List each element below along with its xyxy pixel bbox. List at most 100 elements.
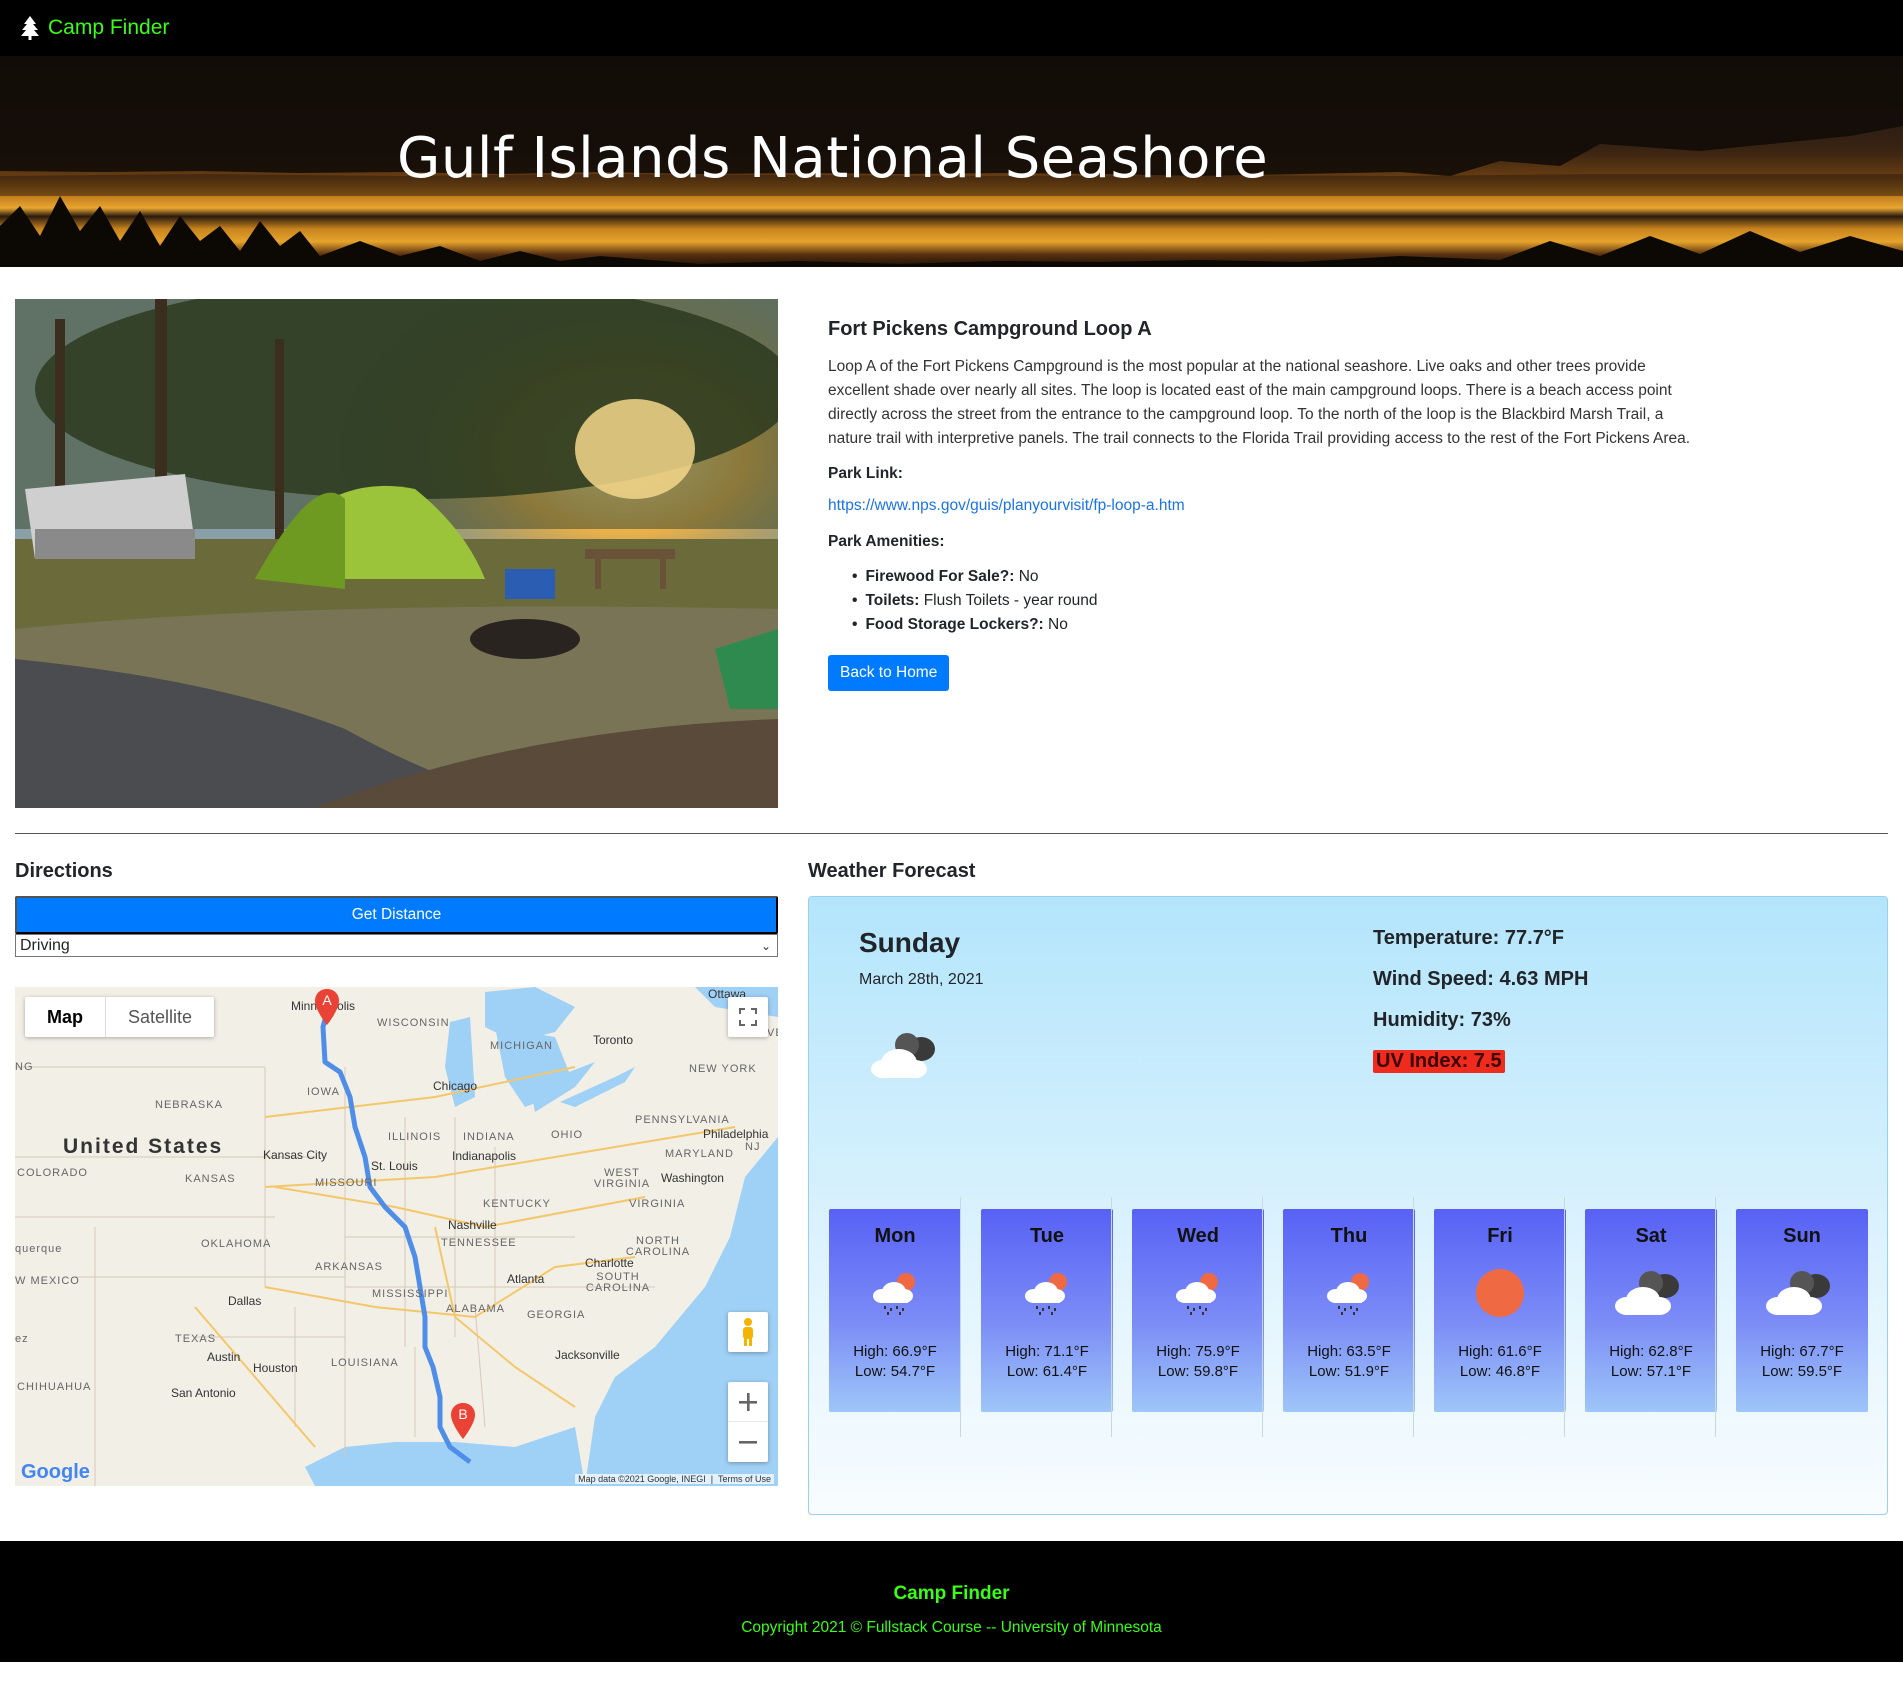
map-state-label: LOUISIANA: [331, 1357, 399, 1369]
map-state-label: W MEXICO: [15, 1275, 80, 1287]
forecast-high: High: 67.7°F: [1760, 1343, 1844, 1360]
forecast-column: Tue High: 71.1°F Low: 61.4°F: [960, 1197, 1113, 1437]
amenities-list: Firewood For Sale?: No Toilets: Flush To…: [852, 565, 1700, 637]
forecast-low: Low: 46.8°F: [1459, 1363, 1541, 1380]
directions-map[interactable]: United States Minneapolis Ottawa Toronto…: [15, 987, 778, 1486]
map-state-label: NJ: [745, 1141, 761, 1153]
forecast-card: Thu High: 63.5°F Low: 51.9°F: [1283, 1209, 1415, 1412]
footer-copyright: Copyright 2021 © Fullstack Course -- Uni…: [741, 1619, 1162, 1636]
map-state-label: ez: [15, 1333, 29, 1345]
rain-sun-icon: [1283, 1254, 1415, 1332]
fullscreen-button[interactable]: [728, 997, 768, 1037]
cloudy-icon: [1736, 1254, 1868, 1332]
map-city-label: Jacksonville: [555, 1348, 620, 1362]
amenity-item: Food Storage Lockers?: No: [852, 613, 1700, 637]
amenity-item: Firewood For Sale?: No: [852, 565, 1700, 589]
minus-icon: [739, 1441, 757, 1444]
forecast-high: High: 71.1°F: [1005, 1343, 1089, 1360]
forecast-low: Low: 57.1°F: [1610, 1363, 1692, 1380]
forecast-high: High: 62.8°F: [1609, 1343, 1693, 1360]
brand-text: Camp Finder: [48, 16, 170, 39]
forecast-day: Tue: [1029, 1225, 1065, 1247]
forecast-day: Sun: [1783, 1225, 1821, 1247]
forecast-day: Wed: [1177, 1225, 1219, 1247]
map-state-label: MISSISSIPPI: [372, 1288, 449, 1300]
map-state-label: PENNSYLVANIA: [635, 1114, 730, 1126]
map-state-label: ARKANSAS: [315, 1261, 383, 1273]
tree-icon: [21, 16, 39, 40]
map-marker-a[interactable]: A: [315, 989, 339, 1025]
map-marker-b[interactable]: B: [451, 1403, 475, 1439]
map-city-label: Dallas: [228, 1294, 262, 1308]
forecast-high: High: 63.5°F: [1307, 1343, 1391, 1360]
temperature-reading: Temperature: 77.7°F: [1373, 927, 1565, 949]
map-state-label: CHIHUAHUA: [17, 1381, 92, 1393]
footer-brand: Camp Finder: [893, 1583, 1010, 1604]
wind-speed-reading: Wind Speed: 4.63 MPH: [1373, 968, 1589, 990]
directions-title: Directions: [15, 860, 113, 882]
cloudy-icon: [1585, 1254, 1717, 1332]
forecast-low: Low: 54.7°F: [854, 1363, 936, 1380]
map-state-label: TENNESSEE: [441, 1237, 517, 1249]
map-city-label: Indianapolis: [452, 1149, 517, 1163]
rain-sun-icon: [829, 1254, 961, 1332]
map-city-label: San Antonio: [171, 1386, 236, 1400]
pegman-icon: [743, 1318, 753, 1346]
forecast-column: Sun High: 67.7°F Low: 59.5°F: [1715, 1197, 1868, 1437]
amenities-label: Park Amenities:: [828, 533, 945, 550]
park-link[interactable]: https://www.nps.gov/guis/planyourvisit/f…: [828, 497, 1700, 515]
map-state-label: IOWA: [307, 1086, 340, 1098]
navbar: Camp Finder: [0, 0, 1903, 56]
map-type-satellite-button[interactable]: Satellite: [105, 997, 214, 1037]
map-state-label: NG: [15, 1061, 34, 1073]
chevron-down-icon: ⌄: [760, 938, 771, 953]
map-city-label: Charlotte: [585, 1256, 634, 1270]
zoom-out-button[interactable]: [728, 1422, 768, 1462]
hero-banner: Gulf Islands National Seashore: [0, 56, 1903, 267]
get-distance-button[interactable]: Get Distance: [15, 896, 778, 934]
forecast-high: High: 75.9°F: [1156, 1343, 1240, 1360]
map-state-label: OKLAHOMA: [201, 1238, 272, 1250]
terms-of-use-link[interactable]: Terms of Use: [718, 1474, 771, 1484]
park-link-label: Park Link:: [828, 465, 903, 482]
zoom-in-button[interactable]: [728, 1382, 768, 1422]
map-city-label: Toronto: [593, 1033, 634, 1047]
travel-mode-select[interactable]: Driving ⌄: [15, 934, 778, 957]
campground-name: Fort Pickens Campground Loop A: [828, 318, 1152, 340]
humidity-reading: Humidity: 73%: [1373, 1009, 1511, 1031]
sun-icon: [1434, 1254, 1566, 1332]
footer: Camp Finder Copyright 2021 © Fullstack C…: [0, 1541, 1903, 1662]
map-state-label: SOUTH CAROLINA: [585, 1271, 651, 1294]
forecast-card: Tue High: 71.1°F Low: 61.4°F: [981, 1209, 1113, 1412]
map-city-label: Houston: [253, 1361, 298, 1375]
forecast-low: Low: 59.8°F: [1157, 1363, 1239, 1380]
map-state-label: MARYLAND: [665, 1148, 734, 1160]
map-state-label: INDIANA: [463, 1131, 515, 1143]
current-day: Sunday: [859, 927, 961, 958]
map-state-label: COLORADO: [17, 1167, 88, 1179]
back-to-home-button[interactable]: Back to Home: [828, 655, 950, 691]
street-view-button[interactable]: [728, 1312, 768, 1352]
forecast-low: Low: 59.5°F: [1761, 1363, 1843, 1380]
forecast-card: Mon High: 66.9°F Low: 54.7°F: [829, 1209, 961, 1412]
map-city-label: Philadelphia: [703, 1127, 769, 1141]
forecast-day: Fri: [1487, 1225, 1513, 1247]
page-title: Gulf Islands National Seashore: [397, 126, 1269, 191]
forecast-column: Sat High: 62.8°F Low: 57.1°F: [1564, 1197, 1717, 1437]
forecast-card: Fri High: 61.6°F Low: 46.8°F: [1434, 1209, 1566, 1412]
forecast-card: Sun High: 67.7°F Low: 59.5°F: [1736, 1209, 1868, 1412]
forecast-low: Low: 51.9°F: [1308, 1363, 1390, 1380]
campground-description: Loop A of the Fort Pickens Campground is…: [828, 358, 1691, 447]
map-city-label: Washington: [661, 1171, 724, 1185]
map-state-label: NEBRASKA: [155, 1099, 223, 1111]
uv-index-badge: UV Index: 7.5: [1373, 1050, 1505, 1073]
section-divider: [15, 833, 1888, 834]
map-state-label: NORTH CAROLINA: [625, 1235, 691, 1258]
map-type-map-button[interactable]: Map: [25, 997, 105, 1037]
brand-link[interactable]: Camp Finder: [20, 15, 169, 41]
map-attribution-text: Map data ©2021 Google, INEGI: [578, 1474, 706, 1484]
amenity-item: Toilets: Flush Toilets - year round: [852, 589, 1700, 613]
rain-sun-icon: [981, 1254, 1113, 1332]
forecast-list: Mon High: 66.9°F Low: 54.7°F Tue High: 71.1°…: [809, 1197, 1887, 1437]
travel-mode-value: Driving: [20, 936, 70, 954]
